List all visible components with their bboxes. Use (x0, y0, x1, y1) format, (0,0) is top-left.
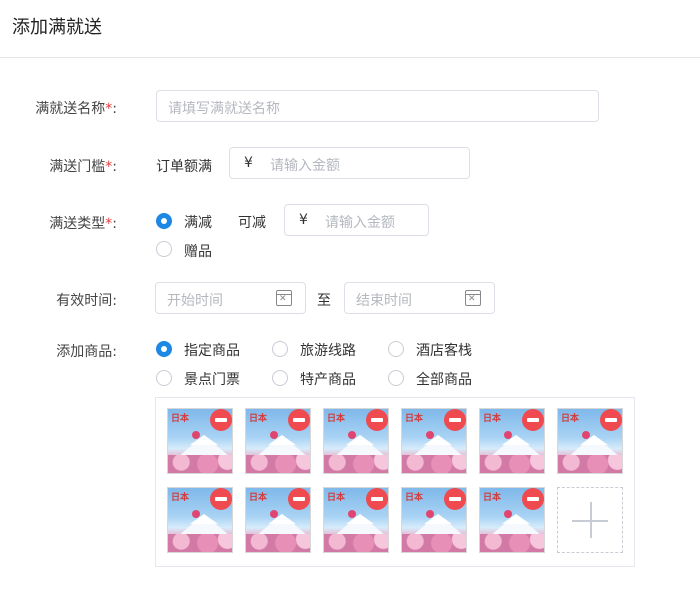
thumbnail-badge (582, 431, 590, 439)
name-placeholder: 请填写满就送名称 (168, 101, 280, 117)
remove-icon[interactable] (366, 409, 388, 431)
remove-icon[interactable] (288, 409, 310, 431)
radio-specialty-goods[interactable] (272, 370, 288, 386)
remove-icon[interactable] (210, 409, 232, 431)
remove-icon[interactable] (210, 488, 232, 510)
blossom-shape (480, 455, 544, 473)
end-time-input[interactable]: 结束时间 ✕ (344, 282, 495, 314)
thumbnail-caption: 日本 (327, 493, 346, 503)
name-input[interactable]: 请填写满就送名称 (156, 90, 599, 122)
remove-icon[interactable] (444, 409, 466, 431)
radio-scenic-tickets[interactable] (156, 370, 172, 386)
page-title: 添加满就送 (12, 17, 102, 38)
blossom-shape (168, 534, 232, 552)
blossom-shape (402, 534, 466, 552)
thumbnail-badge (348, 510, 356, 518)
radio-full-reduction[interactable] (156, 213, 172, 229)
thumbnail-badge (270, 431, 278, 439)
radio-gift[interactable] (156, 241, 172, 257)
remove-icon[interactable] (522, 488, 544, 510)
blossom-shape (246, 534, 310, 552)
thumbnail-badge (270, 510, 278, 518)
thumbnail-caption: 日本 (405, 493, 424, 503)
remove-icon[interactable] (522, 409, 544, 431)
page-header: 添加满就送 (0, 0, 700, 58)
thumbnail-caption: 日本 (405, 414, 424, 424)
remove-icon[interactable] (288, 488, 310, 510)
threshold-label: 满送门槛*: (49, 159, 117, 175)
thumbnail-caption: 日本 (249, 414, 268, 424)
radio-hotel-inn-label: 酒店客栈 (416, 343, 472, 359)
start-time-placeholder: 开始时间 (167, 293, 223, 309)
currency-symbol: ¥ (244, 155, 253, 171)
radio-travel-routes[interactable] (272, 341, 288, 357)
radio-specified-goods-label: 指定商品 (184, 343, 240, 359)
thumbnail-badge (426, 431, 434, 439)
thumbnail-badge (348, 431, 356, 439)
blossom-shape (324, 534, 388, 552)
radio-travel-routes-label: 旅游线路 (300, 343, 356, 359)
radio-hotel-inn[interactable] (388, 341, 404, 357)
threshold-prefix-text: 订单额满 (156, 159, 212, 175)
radio-scenic-tickets-label: 景点门票 (184, 372, 240, 388)
remove-icon[interactable] (366, 488, 388, 510)
validity-label: 有效时间: (56, 293, 117, 309)
name-label: 满就送名称*: (35, 101, 117, 117)
discount-text: 可减 (238, 215, 266, 231)
thumbnail-caption: 日本 (483, 414, 502, 424)
thumbnail-badge (426, 510, 434, 518)
threshold-amount-input[interactable]: ¥ 请输入金额 (229, 147, 470, 179)
threshold-placeholder: 请输入金额 (270, 158, 340, 174)
discount-placeholder: 请输入金额 (325, 215, 395, 231)
thumbnail-badge (192, 431, 200, 439)
thumbnail-badge (504, 510, 512, 518)
radio-all-goods[interactable] (388, 370, 404, 386)
radio-full-reduction-label: 满减 (184, 215, 212, 231)
blossom-shape (246, 455, 310, 473)
end-time-placeholder: 结束时间 (356, 293, 412, 309)
thumbnail-caption: 日本 (561, 414, 580, 424)
type-label: 满送类型*: (49, 216, 117, 232)
calendar-icon[interactable]: ✕ (276, 290, 292, 306)
radio-specified-goods[interactable] (156, 341, 172, 357)
thumbnail-caption: 日本 (171, 493, 190, 503)
date-separator: 至 (317, 293, 331, 309)
blossom-shape (480, 534, 544, 552)
thumbnail-badge (504, 431, 512, 439)
thumbnail-caption: 日本 (249, 493, 268, 503)
radio-all-goods-label: 全部商品 (416, 372, 472, 388)
thumbnail-badge (192, 510, 200, 518)
goods-label: 添加商品: (56, 344, 117, 360)
blossom-shape (324, 455, 388, 473)
add-image-button[interactable] (557, 487, 623, 553)
blossom-shape (168, 455, 232, 473)
thumbnail-caption: 日本 (327, 414, 346, 424)
start-time-input[interactable]: 开始时间 ✕ (155, 282, 306, 314)
discount-amount-input[interactable]: ¥ 请输入金额 (284, 204, 429, 236)
thumbnail-caption: 日本 (171, 414, 190, 424)
blossom-shape (402, 455, 466, 473)
thumbnail-caption: 日本 (483, 493, 502, 503)
radio-specialty-goods-label: 特产商品 (300, 372, 356, 388)
blossom-shape (558, 455, 622, 473)
currency-symbol: ¥ (299, 212, 308, 228)
calendar-icon[interactable]: ✕ (465, 290, 481, 306)
radio-gift-label: 赠品 (184, 244, 212, 260)
remove-icon[interactable] (600, 409, 622, 431)
remove-icon[interactable] (444, 488, 466, 510)
